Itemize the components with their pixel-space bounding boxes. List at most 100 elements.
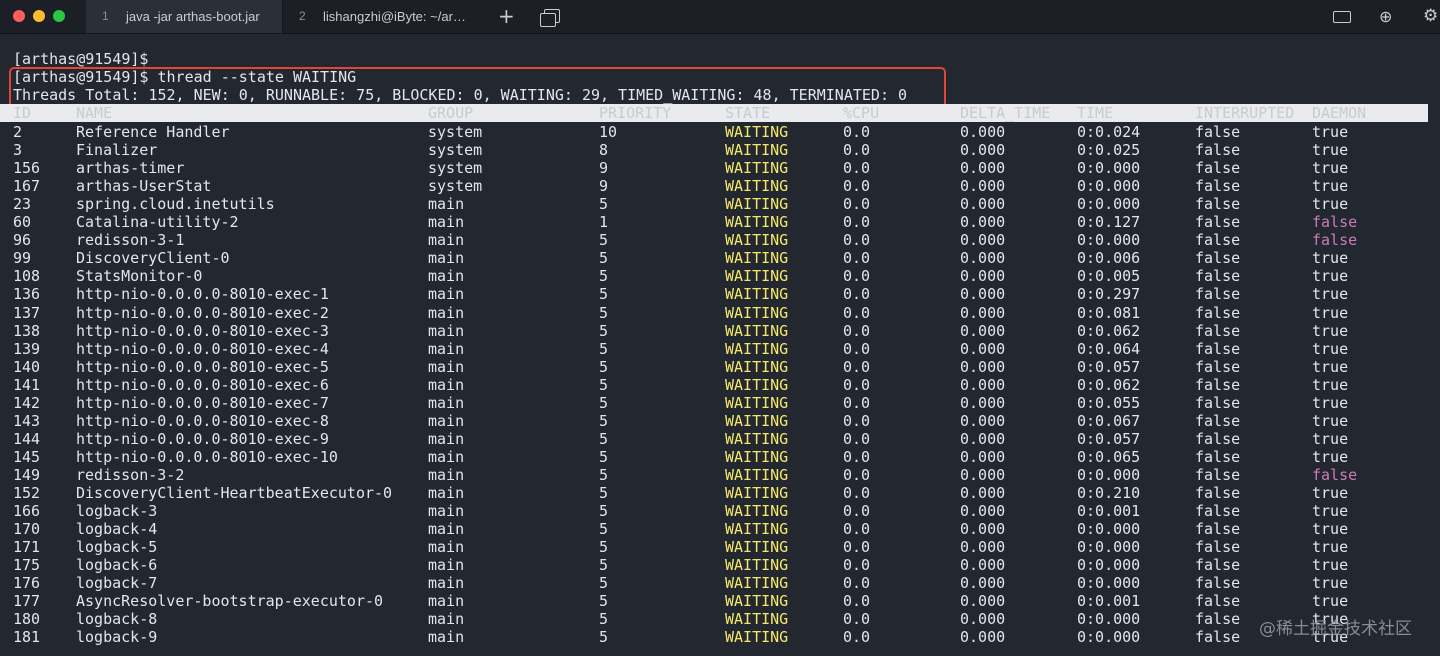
cell-name: http-nio-0.0.0.0-8010-exec-4 — [76, 339, 329, 358]
cell-priority: 9 — [599, 177, 609, 196]
cell-group: main — [428, 357, 465, 376]
cell-priority: 5 — [599, 610, 609, 629]
cell-priority: 5 — [599, 556, 609, 575]
tab-label: java -jar arthas-boot.jar — [126, 9, 260, 24]
cell-daemon: true — [1312, 592, 1349, 611]
cell-state: WAITING — [725, 213, 789, 232]
cell-priority: 9 — [599, 159, 609, 178]
minimize-window-button[interactable] — [33, 10, 45, 22]
maximize-window-button[interactable] — [53, 10, 65, 22]
cell-cpu: 0.0 — [843, 249, 871, 268]
cell-daemon: true — [1312, 502, 1349, 521]
cell-time: 0:0.005 — [1077, 267, 1141, 286]
cell-delta-time: 0.000 — [960, 520, 1006, 539]
table-row: 99 DiscoveryClient-0 main 5 WAITING 0.0 0.000 0… — [0, 249, 1428, 267]
header-col-group: GROUP — [428, 104, 474, 122]
cell-delta-time: 0.000 — [960, 375, 1006, 394]
cell-time: 0:0.055 — [1077, 393, 1141, 412]
cell-time: 0:0.000 — [1077, 195, 1141, 214]
table-row: 143 http-nio-0.0.0.0-8010-exec-8 main 5 WAIT… — [0, 412, 1428, 430]
cell-delta-time: 0.000 — [960, 303, 1006, 322]
cell-interrupted: false — [1195, 177, 1241, 196]
table-row: 139 http-nio-0.0.0.0-8010-exec-4 main 5 WAIT… — [0, 340, 1428, 358]
cell-name: http-nio-0.0.0.0-8010-exec-1 — [76, 285, 329, 304]
close-window-button[interactable] — [13, 10, 25, 22]
cell-daemon: true — [1312, 574, 1349, 593]
cell-group: main — [428, 538, 465, 557]
cell-group: system — [428, 123, 483, 141]
cell-daemon: true — [1312, 249, 1349, 268]
gear-icon[interactable]: ⚙ — [1423, 0, 1438, 33]
cell-daemon: true — [1312, 429, 1349, 448]
globe-icon[interactable]: ⊕ — [1379, 0, 1392, 33]
cell-time: 0:0.025 — [1077, 141, 1141, 160]
cell-interrupted: false — [1195, 321, 1241, 340]
cell-state: WAITING — [725, 177, 789, 196]
cell-id: 181 — [13, 628, 41, 647]
cell-priority: 5 — [599, 321, 609, 340]
cell-priority: 5 — [599, 285, 609, 304]
tab-2[interactable]: 2 lishangzhi@iByte: ~/ar… — [283, 0, 483, 33]
cell-cpu: 0.0 — [843, 447, 871, 466]
title-bar: 1 java -jar arthas-boot.jar 2 lishangzhi… — [0, 0, 1440, 34]
table-row: 156 arthas-timer system 9 WAITING 0.0 0.000 0:0… — [0, 159, 1428, 177]
cell-cpu: 0.0 — [843, 339, 871, 358]
cell-name: logback-9 — [76, 628, 158, 647]
cell-priority: 5 — [599, 339, 609, 358]
header-col-interrupted: INTERRUPTED — [1195, 104, 1295, 122]
tab-overview-icon[interactable] — [540, 9, 560, 27]
table-row: 23 spring.cloud.inetutils main 5 WAITING 0.0 0… — [0, 195, 1428, 213]
cell-state: WAITING — [725, 429, 789, 448]
cell-time: 0:0.024 — [1077, 123, 1141, 141]
table-row: 3 Finalizer system 8 WAITING 0.0 0.000 0:0.025 f… — [0, 141, 1428, 159]
cell-delta-time: 0.000 — [960, 610, 1006, 629]
cell-id: 142 — [13, 393, 41, 412]
cell-delta-time: 0.000 — [960, 574, 1006, 593]
cell-priority: 1 — [599, 213, 609, 232]
cell-state: WAITING — [725, 321, 789, 340]
tab-number: 1 — [102, 9, 109, 23]
cell-daemon: true — [1312, 393, 1349, 412]
cell-daemon: false — [1312, 465, 1358, 484]
cell-cpu: 0.0 — [843, 520, 871, 539]
cell-interrupted: false — [1195, 465, 1241, 484]
cell-name: logback-3 — [76, 502, 158, 521]
cell-cpu: 0.0 — [843, 393, 871, 412]
cell-state: WAITING — [725, 393, 789, 412]
cell-time: 0:0.065 — [1077, 447, 1141, 466]
keyboard-icon[interactable] — [1333, 11, 1351, 23]
cell-daemon: false — [1312, 213, 1358, 232]
table-row: 108 StatsMonitor-0 main 5 WAITING 0.0 0.000 0:0… — [0, 267, 1428, 285]
cell-priority: 5 — [599, 303, 609, 322]
watermark: @稀土掘金技术社区 — [1259, 619, 1412, 639]
cell-name: spring.cloud.inetutils — [76, 195, 275, 214]
plus-icon[interactable]: + — [498, 0, 515, 33]
header-col-daemon: DAEMON — [1312, 104, 1367, 122]
cell-priority: 5 — [599, 628, 609, 647]
cell-daemon: true — [1312, 375, 1349, 394]
cell-group: main — [428, 465, 465, 484]
cell-delta-time: 0.000 — [960, 249, 1006, 268]
cell-group: main — [428, 231, 465, 250]
cell-delta-time: 0.000 — [960, 411, 1006, 430]
cell-time: 0:0.000 — [1077, 574, 1141, 593]
cell-priority: 8 — [599, 141, 609, 160]
cell-name: Catalina-utility-2 — [76, 213, 239, 232]
table-row: 140 http-nio-0.0.0.0-8010-exec-5 main 5 WAIT… — [0, 358, 1428, 376]
cell-cpu: 0.0 — [843, 538, 871, 557]
cell-id: 138 — [13, 321, 41, 340]
cell-interrupted: false — [1195, 538, 1241, 557]
cell-delta-time: 0.000 — [960, 177, 1006, 196]
cell-name: DiscoveryClient-HeartbeatExecutor-0 — [76, 484, 393, 502]
tab-1[interactable]: 1 java -jar arthas-boot.jar — [86, 0, 283, 33]
cell-interrupted: false — [1195, 484, 1241, 502]
cell-cpu: 0.0 — [843, 195, 871, 214]
cell-id: 108 — [13, 267, 41, 286]
cell-state: WAITING — [725, 520, 789, 539]
cell-cpu: 0.0 — [843, 285, 871, 304]
cell-time: 0:0.000 — [1077, 231, 1141, 250]
cell-interrupted: false — [1195, 628, 1241, 647]
cell-group: main — [428, 556, 465, 575]
cell-priority: 5 — [599, 484, 609, 502]
table-row: 2 Reference Handler system 10 WAITING 0.0 0.00… — [0, 123, 1428, 141]
